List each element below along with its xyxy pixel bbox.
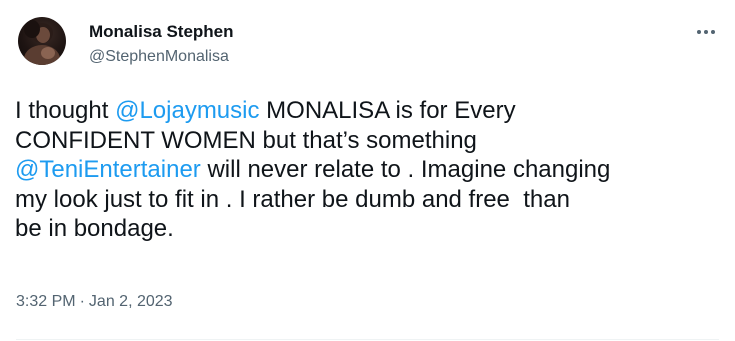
more-horizontal-icon[interactable] [691, 22, 721, 42]
meta-separator: · [79, 293, 85, 310]
tweet-text-part: I thought [15, 97, 116, 124]
tweet-card: Monalisa Stephen @StephenMonalisa I thou… [0, 0, 735, 341]
tweet-text: I thought @Lojaymusic MONALISA is for Ev… [15, 96, 727, 244]
avatar[interactable] [18, 17, 66, 65]
display-name[interactable]: Monalisa Stephen [89, 22, 234, 42]
divider [16, 339, 719, 340]
more-dot [704, 30, 708, 34]
tweet-date: Jan 2, 2023 [88, 293, 173, 310]
mention-link-lojaymusic[interactable]: @Lojaymusic [115, 97, 259, 124]
more-dot [711, 30, 715, 34]
avatar-photo [24, 20, 60, 65]
mention-link-tenientertainer[interactable]: @TeniEntertainer [15, 156, 201, 183]
tweet-timestamp[interactable]: 3:32 PM · Jan 2, 2023 [16, 292, 173, 312]
tweet-time: 3:32 PM [16, 293, 76, 310]
user-handle[interactable]: @StephenMonalisa [89, 47, 229, 67]
more-dot [697, 30, 701, 34]
